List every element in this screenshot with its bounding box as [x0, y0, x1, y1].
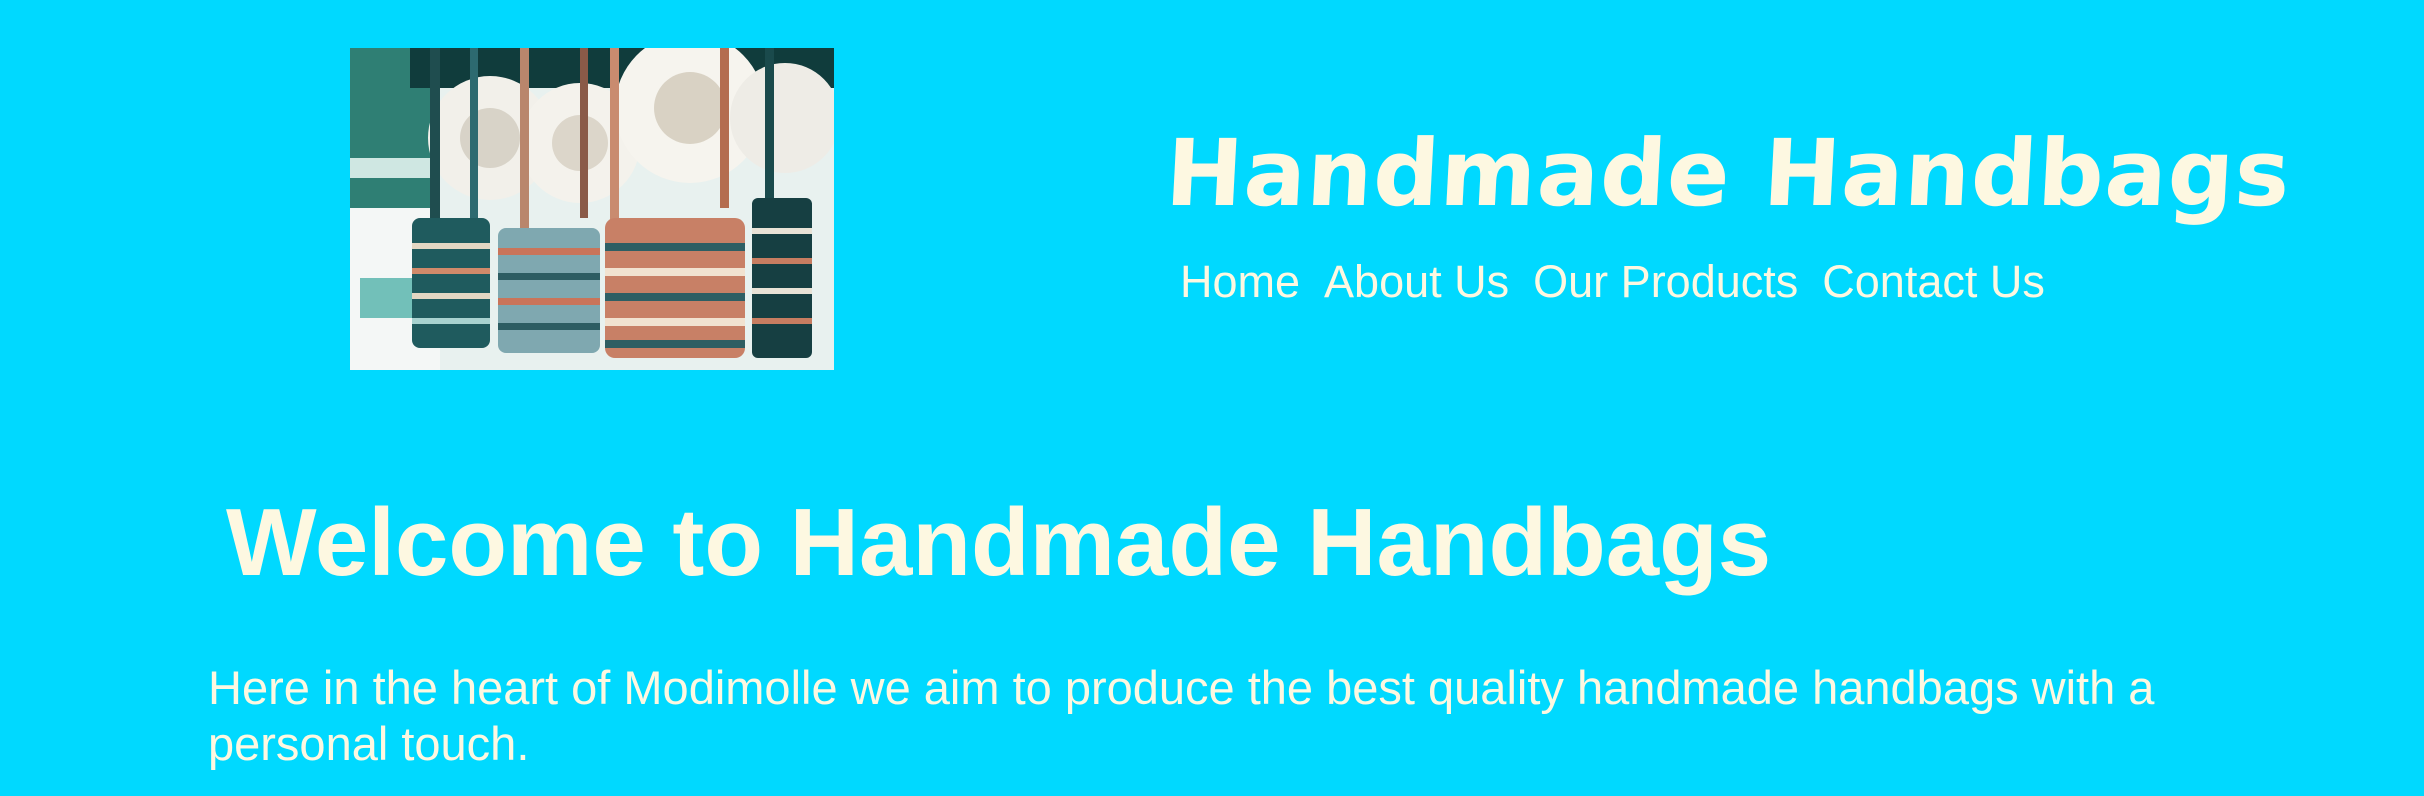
intro-paragraph: Here in the heart of Modimolle we aim to…	[208, 661, 2155, 770]
nav-link-our-products[interactable]: Our Products	[1533, 256, 1798, 308]
nav-link-home[interactable]: Home	[1180, 256, 1300, 308]
welcome-heading: Welcome to Handmade Handbags	[226, 489, 1772, 596]
nav-link-contact-us[interactable]: Contact Us	[1822, 256, 2045, 308]
site-title: Handmade Handbags	[1163, 120, 2294, 227]
nav-link-about-us[interactable]: About Us	[1324, 256, 1509, 308]
hero-image	[350, 48, 834, 370]
page: Handmade Handbags Home About Us Our Prod…	[0, 0, 2424, 796]
main-nav: Home About Us Our Products Contact Us	[1180, 256, 2045, 308]
